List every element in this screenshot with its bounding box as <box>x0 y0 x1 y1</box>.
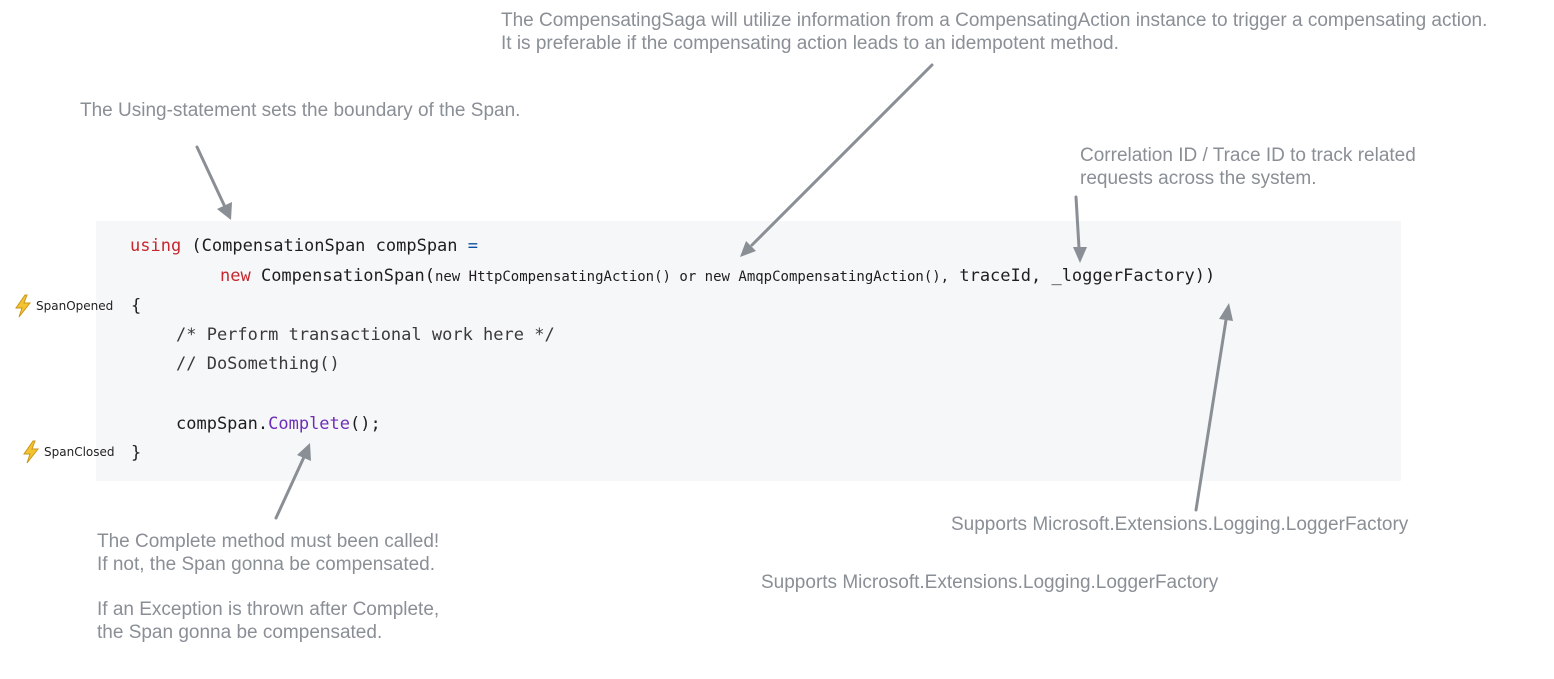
code-comp-span-object: compSpan. <box>176 414 269 434</box>
trace-id-note-line-2: requests across the system. <box>1080 168 1317 189</box>
using-statement-arrow <box>195 145 232 220</box>
code-line-open-brace: { <box>131 296 142 316</box>
code-trace-logger-arguments: traceId, _loggerFactory)) <box>949 266 1216 286</box>
code-keyword-using: using <box>130 236 182 256</box>
code-assign-operator: = <box>467 236 479 256</box>
code-line-new-span: new CompensationSpan(new HttpCompensatin… <box>220 265 1215 288</box>
complete-note-line-1: The Complete method must been called! <box>97 531 440 552</box>
complete-note-line-2: If not, the Span gonna be compensated. <box>97 554 436 575</box>
complete-note-line-3: If an Exception is thrown after Complete… <box>97 599 440 620</box>
code-action-arguments: new HttpCompensatingAction() or new Amqp… <box>434 269 950 285</box>
code-constructor-call: CompensationSpan( <box>250 266 435 286</box>
code-complete-method: Complete <box>268 414 351 434</box>
span-closed-marker: SpanClosed <box>22 440 115 464</box>
code-line-using: using (CompensationSpan compSpan = <box>130 235 478 257</box>
code-line-close-brace: } <box>131 443 142 463</box>
using-statement-note: The Using-statement sets the boundary of… <box>80 100 521 121</box>
lightning-bolt-icon <box>22 440 40 464</box>
span-opened-marker: SpanOpened <box>14 294 113 318</box>
span-opened-label: SpanOpened <box>36 299 114 313</box>
trace-id-note-line-1: Correlation ID / Trace ID to track relat… <box>1080 145 1416 166</box>
complete-note-line-4: the Span gonna be compensated. <box>97 622 383 643</box>
code-block <box>96 221 1401 481</box>
logger-factory-note-upper: Supports Microsoft.Extensions.Logging.Lo… <box>951 514 1409 535</box>
code-keyword-new: new <box>220 266 251 286</box>
code-line-complete-call: compSpan.Complete(); <box>176 413 381 435</box>
logger-factory-note-lower: Supports Microsoft.Extensions.Logging.Lo… <box>761 572 1219 593</box>
code-call-tail: (); <box>350 414 381 434</box>
code-line-line-comment: // DoSomething() <box>176 354 340 374</box>
saga-note-line-1: The CompensatingSaga will utilize inform… <box>501 10 1488 31</box>
span-closed-label: SpanClosed <box>44 445 115 459</box>
code-using-declaration: (CompensationSpan compSpan <box>181 236 468 256</box>
code-line-block-comment: /* Perform transactional work here */ <box>176 325 555 345</box>
saga-note-line-2: It is preferable if the compensating act… <box>501 33 1119 54</box>
lightning-bolt-icon <box>14 294 32 318</box>
